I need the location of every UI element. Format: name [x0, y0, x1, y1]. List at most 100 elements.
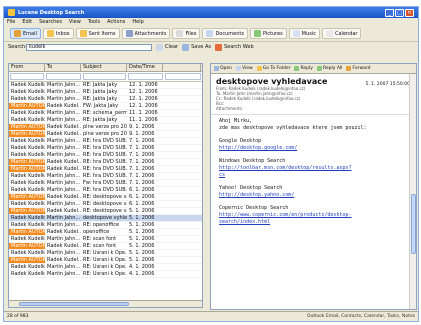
- horizontal-scrollbar[interactable]: [9, 300, 202, 307]
- cell-date: 7. 1. 2006: [129, 152, 155, 158]
- cell-from: Radek Kudelk...: [11, 236, 45, 242]
- table-row[interactable]: Radek Kudelk...Martin Jahn...RE: openoff…: [9, 222, 202, 229]
- cell-subject: RE: Jakta Jaky: [83, 89, 118, 95]
- preview-forward-button[interactable]: Forward: [346, 66, 371, 71]
- toolbar-button-documents[interactable]: Documents: [202, 28, 248, 39]
- menu-item[interactable]: Edit: [22, 19, 32, 25]
- toolbar-button-label: Sent Items: [88, 30, 116, 37]
- table-row[interactable]: Martin AUTOR Radek Kudel... plne verze pro…: [9, 131, 202, 138]
- table-row[interactable]: Radek Kudelk...Martin Jahn...RE: scan fo…: [9, 236, 202, 243]
- menu-item[interactable]: Searches: [39, 19, 62, 25]
- table-row[interactable]: Radek Kudelk...Martin Jahn...RE: hra DVD…: [9, 187, 202, 194]
- toolbar-button-pictures[interactable]: Pictures: [249, 28, 287, 39]
- table-row[interactable]: Radek Kudelk...Martin Jahn...RE: schema_…: [9, 110, 202, 117]
- table-row[interactable]: Martin AUTOR Radek Kudel... RE: hra DVD SU…: [9, 159, 202, 166]
- body-link[interactable]: http://toolbar.msn.com/desktop/results.a…: [219, 165, 408, 172]
- table-row[interactable]: Radek Kudelk...Martin Jahn...RE: hra DVD…: [9, 145, 202, 152]
- cell-from: Radek Kudelk...: [11, 138, 45, 144]
- body-link[interactable]: cs: [219, 172, 408, 179]
- cell-to: Martin Jahn...: [47, 271, 81, 277]
- preview-view-button[interactable]: View: [236, 66, 253, 71]
- table-row[interactable]: Radek Kudelk...Martin Jahn...Fw: hra DVD…: [9, 180, 202, 187]
- save-as-button[interactable]: Save As: [182, 43, 211, 51]
- cell-to: Radek Kudel...: [47, 229, 81, 235]
- table-row[interactable]: Radek Kudelk...Martin Jahn...RE: Jakta J…: [9, 82, 202, 89]
- filter-extra-input[interactable]: [164, 73, 201, 80]
- menu-item[interactable]: Help: [132, 19, 143, 25]
- column-to[interactable]: To: [45, 64, 81, 71]
- table-row[interactable]: Martin AUTOR Radek Kudel... FW: Jakta Jaky…: [9, 103, 202, 110]
- vertical-scrollbar[interactable]: [409, 74, 416, 309]
- table-row[interactable]: Radek Kudelk...Martin Jahn...RE: Jakta J…: [9, 96, 202, 103]
- table-row[interactable]: Radek Kudelk...Martin Jahn...RE: hra DVD…: [9, 173, 202, 180]
- close-button[interactable]: ✕: [405, 8, 414, 17]
- scroll-thumb[interactable]: [411, 194, 416, 254]
- scroll-thumb[interactable]: [19, 302, 129, 306]
- preview-go-to-folder-button[interactable]: Go To Folder: [256, 66, 290, 71]
- app-icon: [8, 9, 15, 16]
- cell-to: Radek Kudel...: [47, 194, 81, 200]
- menu-item[interactable]: Tools: [88, 19, 100, 25]
- body-link[interactable]: http://www.copernic.com/en/products/desk…: [219, 212, 408, 219]
- search-web-button[interactable]: Search Web: [214, 43, 254, 51]
- column-subject[interactable]: Subject: [81, 64, 127, 71]
- table-row[interactable]: Radek Kudelk...Martin Jahn...RE: Usrani …: [9, 271, 202, 278]
- cell-to: Martin Jahn...: [47, 180, 81, 186]
- table-row[interactable]: Martin AUTOR Radek Kudel... RE: Usrani k O…: [9, 257, 202, 264]
- table-row[interactable]: Radek Kudelk...Martin Jahn...RE: Usrani …: [9, 250, 202, 257]
- table-row[interactable]: Radek Kudelk...Martin Jahn...RE: hra DVD…: [9, 138, 202, 145]
- filter-to-input[interactable]: [46, 73, 81, 80]
- cell-subject: plne verze pro 2007: [83, 131, 127, 137]
- menu-item[interactable]: Actions: [107, 19, 125, 25]
- minimize-button[interactable]: _: [385, 8, 394, 17]
- table-row[interactable]: Martin AUTOR Radek Kudel... RE: desktopove…: [9, 194, 202, 201]
- body-link[interactable]: search/index.html: [219, 219, 408, 226]
- cell-from: Martin AUTOR: [9, 243, 45, 249]
- toolbar-button-attachments[interactable]: Attachments: [121, 28, 171, 39]
- table-row[interactable]: Radek Kudelk...Martin Jahn...RE: Jakta J…: [9, 117, 202, 124]
- column-from[interactable]: From: [9, 64, 45, 71]
- toolbar-button-label: Inbox: [55, 30, 70, 37]
- table-row[interactable]: Martin AUTOR Radek Kudel... RE: scan font 5…: [9, 243, 202, 250]
- body-line: Google Desktop: [219, 138, 262, 144]
- table-row[interactable]: Martin AUTOR Radek Kudel... RE: desktopove…: [9, 208, 202, 215]
- cell-date: 4. 1. 2006: [129, 264, 155, 270]
- menu-item[interactable]: View: [69, 19, 81, 25]
- table-row[interactable]: Martin AUTOR Radek Kudel... plne verze pro…: [9, 124, 202, 131]
- maximize-button[interactable]: □: [395, 8, 404, 17]
- preview-open-button[interactable]: Open: [214, 66, 232, 71]
- toolbar-button-calendar[interactable]: Calendar: [322, 28, 362, 39]
- table-row[interactable]: Radek Kudelk...Martin Jahn...RE: Jakta J…: [9, 89, 202, 96]
- column-extra[interactable]: [163, 64, 201, 71]
- filter-from-input[interactable]: [10, 73, 45, 80]
- preview-reply-button[interactable]: Reply: [294, 66, 313, 71]
- table-row[interactable]: Radek Kudelk...Martin Jahn...RE: desktop…: [9, 201, 202, 208]
- filter-subject-input[interactable]: [82, 73, 127, 80]
- toolbar-button-email[interactable]: Email: [10, 28, 41, 39]
- search-input[interactable]: kudelk: [26, 43, 152, 51]
- toolbar-button-music[interactable]: Music: [288, 28, 320, 39]
- cell-from: Martin AUTOR: [9, 131, 45, 137]
- table-row[interactable]: Martin AUTOR Radek Kudel... RE: hra DVD SU…: [9, 166, 202, 173]
- table-row[interactable]: Radek Kudelk...Martin Jahn...RE: hra DVD…: [9, 152, 202, 159]
- preview-reply-all-button[interactable]: Reply All: [316, 66, 342, 71]
- cell-from: Radek Kudelk...: [11, 110, 45, 116]
- body-link[interactable]: http://desktop.yahoo.com/: [219, 192, 408, 199]
- toolbar-button-sent-items[interactable]: Sent Items: [75, 28, 120, 39]
- toolbar-button-label: Pictures: [262, 30, 283, 37]
- open-icon: [214, 66, 219, 71]
- clear-button[interactable]: Clear: [156, 43, 178, 51]
- body-link[interactable]: http://desktop.google.com/: [219, 145, 408, 152]
- sent-items-icon: [79, 30, 87, 37]
- filter-date-input[interactable]: [128, 73, 163, 80]
- toolbar-button-label: Attachments: [134, 30, 167, 37]
- column-date[interactable]: Date/Time: [127, 64, 163, 71]
- calendar-icon: [326, 30, 333, 37]
- table-row[interactable]: Radek Kudelk...Martin Jahn...RE: Usrani …: [9, 264, 202, 271]
- table-row[interactable]: Martin AUTOR Radek Kudel... openoffice 5. 1…: [9, 229, 202, 236]
- toolbar-button-inbox[interactable]: Inbox: [42, 28, 74, 39]
- toolbar-button-files[interactable]: Files: [172, 28, 201, 39]
- menu-item[interactable]: File: [7, 19, 15, 25]
- body-line: Yahoo! Desktop Search: [219, 185, 283, 191]
- table-row[interactable]: Radek Kudelk...Martin Jahn...desktopove …: [9, 215, 202, 222]
